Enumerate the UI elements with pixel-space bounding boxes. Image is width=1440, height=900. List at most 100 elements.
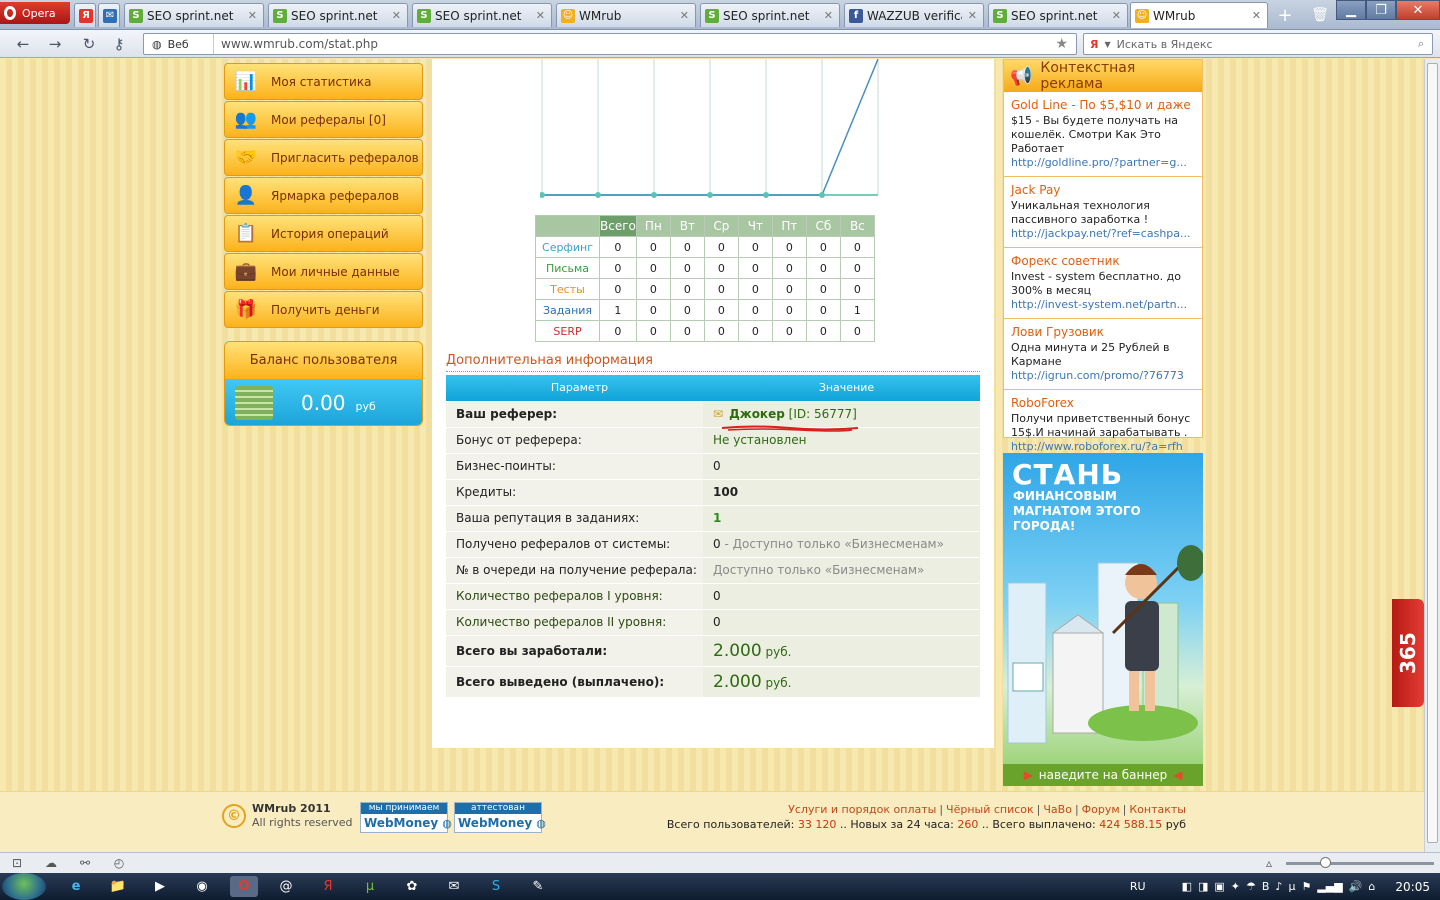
stats-row-label[interactable]: Серфинг (535, 236, 600, 258)
ad-item[interactable]: Форекс советник Invest - system бесплатно… (1004, 248, 1202, 319)
tray-icon[interactable]: ☂ (1246, 880, 1256, 893)
menu-item[interactable]: 🤝 Пригласить рефералов (224, 139, 423, 176)
ad-title[interactable]: Gold Line - По $5,$10 и даже (1011, 98, 1195, 112)
close-tab-icon[interactable]: ✕ (246, 9, 259, 22)
tray-icon[interactable]: ◨ (1198, 880, 1208, 893)
tray-icon[interactable]: ♪ (1275, 880, 1282, 893)
browser-tab[interactable]: ✉ (98, 3, 120, 27)
language-indicator[interactable]: RU (1130, 880, 1146, 893)
cloud-icon[interactable]: ☁ (44, 856, 58, 870)
ad-title[interactable]: Jack Pay (1011, 183, 1195, 197)
opera-taskbar-icon[interactable]: O (230, 876, 258, 897)
menu-item[interactable]: 💼 Мои личные данные (224, 253, 423, 290)
referrer-name[interactable]: Джокер (729, 407, 785, 421)
ad-item[interactable]: RoboForex Получи приветственный бонус 15$… (1004, 390, 1202, 461)
ad-url[interactable]: http://igrun.com/promo/?76773 (1011, 369, 1195, 383)
back-icon[interactable]: ← (12, 34, 34, 54)
folder-icon[interactable]: 📁 (104, 876, 132, 897)
browser-tab[interactable]: S SEO sprint.net ✕ (700, 3, 840, 27)
browser-tab[interactable]: S SEO sprint.net ✕ (124, 3, 264, 27)
reload-icon[interactable]: ↻ (78, 34, 100, 54)
new-tab-icon[interactable]: + (1275, 5, 1295, 26)
webmoney-accept-badge[interactable]: мы принимаем WebMoney ◍ (360, 802, 452, 833)
ad-url[interactable]: http://goldline.pro/?partner=g... (1011, 156, 1195, 170)
nvidia-icon[interactable]: ▣ (1214, 880, 1224, 893)
vk-icon[interactable]: В (1262, 880, 1270, 893)
ad-title[interactable]: Лови Грузовик (1011, 325, 1195, 339)
search-icon[interactable]: ⌕ (1418, 37, 1432, 51)
browser-tab[interactable]: f WAZZUB verificati... ✕ (844, 3, 984, 27)
side-widget-365[interactable]: 365 (1392, 599, 1424, 707)
menu-item[interactable]: 📋 История операций (224, 215, 423, 252)
tray-icon[interactable]: ✦ (1231, 880, 1240, 893)
webmoney-attest-badge[interactable]: аттестован WebMoney ◍ (454, 802, 546, 833)
speed-dial-icon[interactable]: ◴ (112, 856, 126, 870)
menu-item[interactable]: 🎁 Получить деньги (224, 291, 423, 328)
footer-link[interactable]: Форум (1082, 803, 1120, 816)
panel-toggle-icon[interactable]: ⊡ (10, 856, 24, 870)
forward-icon[interactable]: → (44, 34, 66, 54)
flag-icon[interactable]: ⚑ (1301, 880, 1311, 893)
ad-title[interactable]: Форекс советник (1011, 254, 1195, 268)
mailru-icon[interactable]: @ (272, 876, 300, 897)
restore-icon[interactable]: ❐ (1366, 0, 1396, 20)
close-window-icon[interactable]: ✕ (1396, 0, 1440, 20)
url-text[interactable]: www.wmrub.com/stat.php (214, 37, 1055, 51)
network-icon[interactable]: ▂▄▆ (1317, 880, 1342, 893)
media-player-icon[interactable]: ▶ (146, 876, 174, 897)
footer-link[interactable]: Контакты (1129, 803, 1186, 816)
ad-title[interactable]: RoboForex (1011, 396, 1195, 410)
ie-icon[interactable]: e (62, 876, 90, 897)
yandex-search-input[interactable]: Я ▼ Искать в Яндекс ⌕ (1083, 33, 1433, 55)
browser-tab[interactable]: Я (74, 3, 96, 27)
browser-tab[interactable]: S SEO sprint.net ✕ (268, 3, 408, 27)
footer-link[interactable]: Услуги и порядок оплаты (788, 803, 936, 816)
bookmark-star-icon[interactable]: ★ (1055, 36, 1076, 52)
zoom-slider[interactable] (1286, 857, 1434, 868)
clock[interactable]: 20:05 (1395, 880, 1430, 894)
volume-icon[interactable]: 🔊 (1349, 880, 1363, 893)
start-button[interactable] (2, 873, 46, 900)
close-tab-icon[interactable]: ✕ (822, 9, 835, 22)
ad-item[interactable]: Jack Pay Уникальная технология пассивного… (1004, 177, 1202, 248)
menu-item[interactable]: 👥 Мои рефералы [0] (224, 101, 423, 138)
close-tab-icon[interactable]: ✕ (534, 9, 547, 22)
menu-item[interactable]: 👤 Ярмарка рефералов (224, 177, 423, 214)
ad-item[interactable]: Gold Line - По $5,$10 и даже $15 - Вы буд… (1004, 92, 1202, 177)
stats-row-label[interactable]: SERP (535, 320, 600, 342)
address-field[interactable]: ◍ Веб www.wmrub.com/stat.php ★ (143, 33, 1077, 55)
mail-taskbar-icon[interactable]: ✉ (440, 876, 468, 897)
yandex-taskbar-icon[interactable]: Я (314, 876, 342, 897)
ad-url[interactable]: http://www.roboforex.ru/?a=rfh (1011, 440, 1195, 454)
minimize-icon[interactable]: ▁ (1336, 0, 1366, 20)
scrollbar-thumb[interactable] (1427, 63, 1438, 843)
stats-row-label[interactable]: Письма (535, 257, 600, 279)
footer-link[interactable]: ЧаВо (1043, 803, 1072, 816)
close-tab-icon[interactable]: ✕ (678, 9, 691, 22)
menu-item[interactable]: 📊 Моя статистика (224, 63, 423, 100)
ad-url[interactable]: http://invest-system.net/partn... (1011, 298, 1195, 312)
footer-link[interactable]: Чёрный список (946, 803, 1034, 816)
skype-icon[interactable]: S (482, 876, 510, 897)
page-info-icon[interactable]: ▵ (1262, 856, 1276, 870)
utorrent-icon[interactable]: µ (356, 876, 384, 897)
chrome-icon[interactable]: ◉ (188, 876, 216, 897)
chevron-down-icon[interactable]: ▼ (1104, 40, 1110, 49)
close-tab-icon[interactable]: ✕ (1110, 9, 1123, 22)
envelope-icon[interactable]: ✉ (713, 407, 723, 421)
stats-row-label[interactable]: Тесты (535, 278, 600, 300)
ad-item[interactable]: Лови Грузовик Одна минута и 25 Рублей в К… (1004, 319, 1202, 390)
promo-banner[interactable]: СТАНЬ ФИНАНСОВЫМ МАГНАТОМ ЭТОГО ГОРОДА! … (1003, 453, 1203, 786)
key-icon[interactable]: ⚷ (108, 34, 130, 54)
ad-url[interactable]: http://jackpay.net/?ref=cashpa... (1011, 227, 1195, 241)
puzzle-icon[interactable]: ✿ (398, 876, 426, 897)
opera-menu-button[interactable]: Opera (0, 2, 70, 24)
close-tab-icon[interactable]: ✕ (390, 9, 403, 22)
tray-icon[interactable]: ⌂ (1368, 880, 1375, 893)
browser-tab[interactable]: S SEO sprint.net ✕ (412, 3, 552, 27)
share-icon[interactable]: ⚯ (78, 856, 92, 870)
browser-tab[interactable]: ☺ WMrub ✕ (556, 3, 696, 27)
stats-row-label[interactable]: Задания (535, 299, 600, 321)
zoom-knob[interactable] (1320, 857, 1331, 868)
tray-icon[interactable]: ◧ (1182, 880, 1192, 893)
